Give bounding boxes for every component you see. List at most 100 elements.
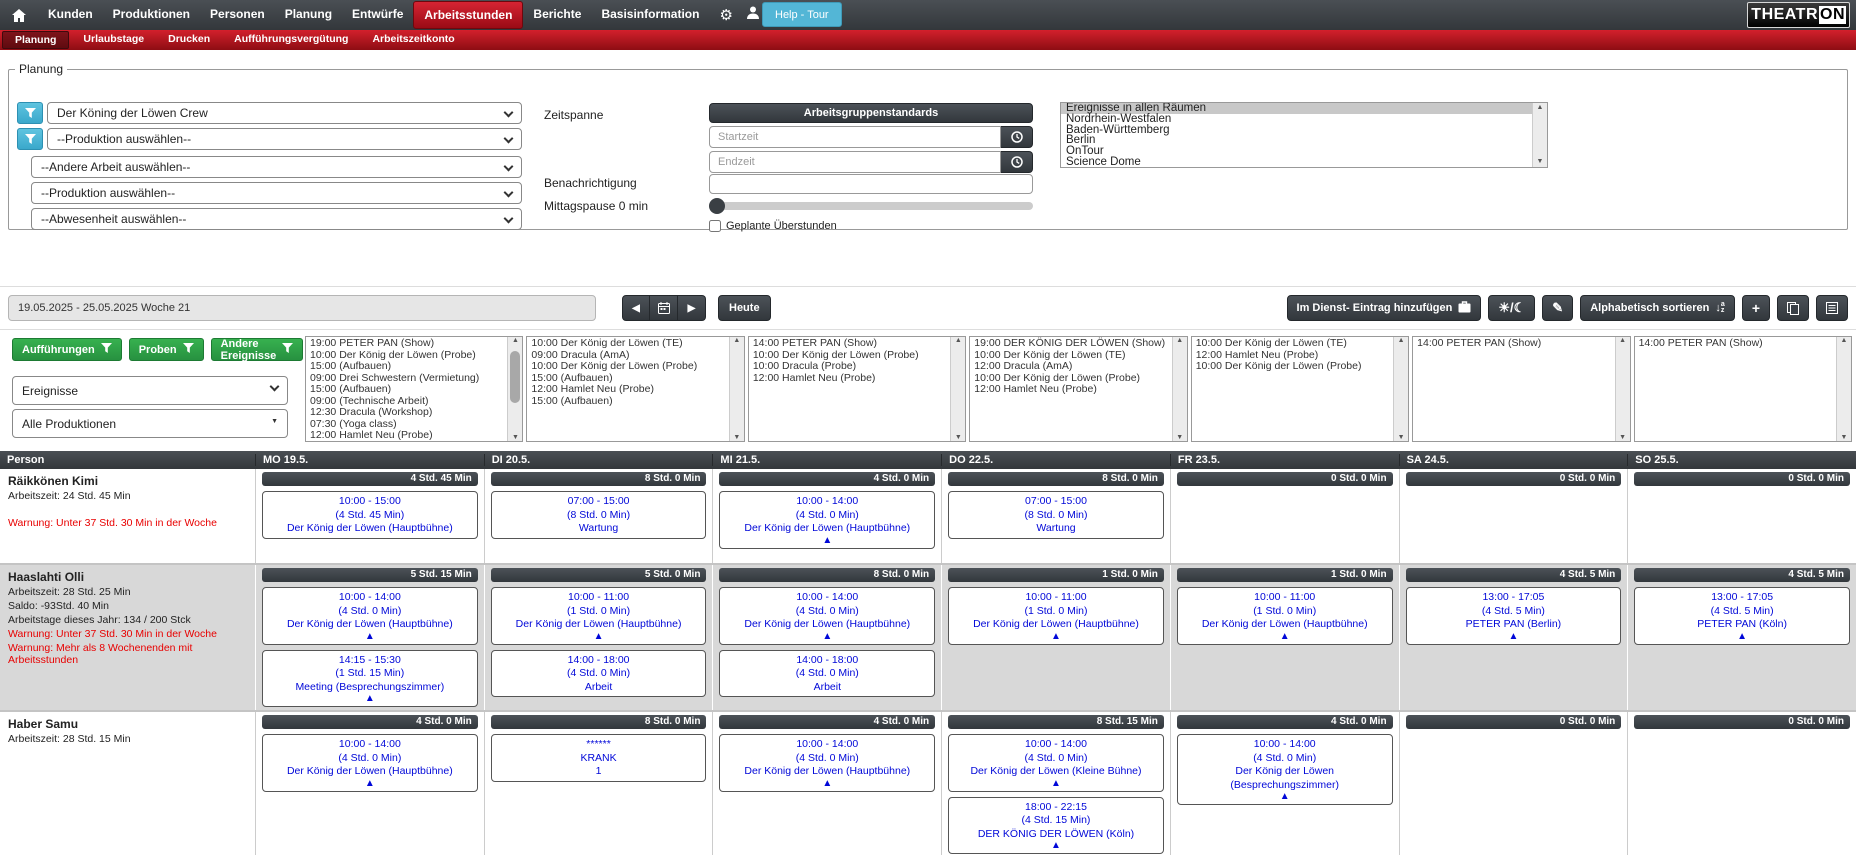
schedule-entry[interactable]: 10:00 - 11:00(1 Std. 0 Min)Der König der… [948,587,1164,645]
filter-select-5[interactable]: --Abwesenheit auswählen-- [31,208,522,230]
room-option[interactable]: Nordrhein-Westfalen [1061,114,1532,125]
alphabetisch-sortieren-button[interactable]: Alphabetisch sortieren ↓az [1580,295,1735,321]
schedule-entry[interactable]: 07:00 - 15:00(8 Std. 0 Min)Wartung [491,491,707,539]
geplante-ueberstunden-checkbox[interactable] [709,220,721,232]
week-range-input[interactable]: 19.05.2025 - 25.05.2025 Woche 21 [8,295,596,321]
day-cell[interactable]: 8 Std. 15 Min10:00 - 14:00(4 Std. 0 Min)… [941,712,1170,855]
home-icon[interactable] [0,0,38,30]
topnav-item-planung[interactable]: Planung [275,0,342,30]
scrollbar[interactable]: ▲▼ [1615,337,1630,441]
gear-icon[interactable]: ⚙ [719,6,732,24]
next-week-button[interactable]: ▶ [678,295,706,321]
day-cell[interactable]: 1 Std. 0 Min10:00 - 11:00(1 Std. 0 Min)D… [941,565,1170,710]
schedule-entry[interactable]: 10:00 - 14:00(4 Std. 0 Min)Der König der… [1177,734,1393,805]
topnav-item-basisinformation[interactable]: Basisinformation [591,0,709,30]
schedule-entry[interactable]: 10:00 - 11:00(1 Std. 0 Min)Der König der… [1177,587,1393,645]
day-cell[interactable]: 4 Std. 45 Min10:00 - 15:00(4 Std. 45 Min… [255,469,484,563]
scroll-up-arrow[interactable]: ▲ [1537,103,1544,113]
topnav-item-kunden[interactable]: Kunden [38,0,103,30]
filter-button-proben[interactable]: Proben [129,338,204,361]
scroll-down-arrow[interactable]: ▼ [1176,434,1183,441]
day-events-box[interactable]: 10:00 Der König der Löwen (TE)12:00 Haml… [1191,336,1409,442]
calendar-button[interactable] [650,295,678,321]
scrollbar[interactable]: ▲▼ [1393,337,1408,441]
scroll-thumb[interactable] [510,351,520,403]
room-option[interactable]: Science Dome [1061,157,1532,168]
schedule-entry[interactable]: 10:00 - 14:00(4 Std. 0 Min)Der König der… [262,587,478,645]
help-tour-button[interactable]: Help - Tour [762,2,842,27]
scrollbar[interactable]: ▲▼ [507,337,522,441]
room-option[interactable]: Berlin [1061,135,1532,146]
previous-week-button[interactable]: ◀ [622,295,650,321]
filter-button-andere-ereignisse[interactable]: Andere Ereignisse [211,338,304,361]
scroll-down-arrow[interactable]: ▼ [1398,434,1405,441]
filter-icon-button[interactable] [17,128,43,150]
filter-select-4[interactable]: --Produktion auswählen-- [31,182,522,204]
day-events-box[interactable]: 14:00 PETER PAN (Show)▲▼ [1412,336,1630,442]
schedule-entry[interactable]: 10:00 - 14:00(4 Std. 0 Min)Der König der… [719,587,935,645]
startzeit-input[interactable]: Startzeit [709,126,1001,148]
day-cell[interactable]: 4 Std. 0 Min10:00 - 14:00(4 Std. 0 Min)D… [255,712,484,855]
day-cell[interactable]: 5 Std. 0 Min10:00 - 11:00(1 Std. 0 Min)D… [484,565,713,710]
startzeit-clock-button[interactable] [1001,126,1033,148]
topnav-item-personen[interactable]: Personen [200,0,275,30]
schedule-entry[interactable]: 10:00 - 14:00(4 Std. 0 Min)Der König der… [719,491,935,549]
day-cell[interactable]: 4 Std. 0 Min10:00 - 14:00(4 Std. 0 Min)D… [712,469,941,563]
day-events-box[interactable]: 10:00 Der König der Löwen (TE)09:00 Drac… [526,336,744,442]
day-cell[interactable]: 5 Std. 15 Min10:00 - 14:00(4 Std. 0 Min)… [255,565,484,710]
scroll-up-arrow[interactable]: ▲ [955,337,962,344]
alle-produktionen-select[interactable]: Alle Produktionen▼ [12,409,288,438]
day-cell[interactable]: 0 Std. 0 Min [1399,712,1628,855]
day-cell[interactable]: 8 Std. 0 Min10:00 - 14:00(4 Std. 0 Min)D… [712,565,941,710]
day-cell[interactable]: 0 Std. 0 Min [1170,469,1399,563]
filter-select-3[interactable]: --Andere Arbeit auswählen-- [31,156,522,178]
day-cell[interactable]: 4 Std. 5 Min13:00 - 17:05(4 Std. 5 Min)P… [1399,565,1628,710]
day-events-box[interactable]: 19:00 DER KÖNIG DER LÖWEN (Show)10:00 De… [969,336,1187,442]
endzeit-input[interactable]: Endzeit [709,151,1001,173]
schedule-entry[interactable]: 10:00 - 11:00(1 Std. 0 Min)Der König der… [491,587,707,645]
scroll-down-arrow[interactable]: ▼ [955,434,962,441]
scroll-up-arrow[interactable]: ▲ [733,337,740,344]
endzeit-clock-button[interactable] [1001,151,1033,173]
schedule-entry[interactable]: 07:00 - 15:00(8 Std. 0 Min)Wartung [948,491,1164,539]
scrollbar[interactable]: ▲▼ [1172,337,1187,441]
filter-select-2[interactable]: --Produktion auswählen-- [47,128,522,150]
pencil-button[interactable]: ✎ [1542,295,1573,321]
user-icon[interactable] [747,6,759,24]
copy-button[interactable] [1777,295,1809,321]
day-cell[interactable]: 0 Std. 0 Min [1399,469,1628,563]
filter-icon-button[interactable] [17,102,43,124]
schedule-entry[interactable]: 10:00 - 14:00(4 Std. 0 Min)Der König der… [719,734,935,792]
topnav-item-arbeitsstunden[interactable]: Arbeitsstunden [413,1,523,29]
topnav-item-berichte[interactable]: Berichte [523,0,591,30]
day-night-toggle-button[interactable]: ☀/☾ [1488,295,1535,321]
subnav-item-urlaubstage[interactable]: Urlaubstage [71,30,156,50]
schedule-entry[interactable]: 10:00 - 14:00(4 Std. 0 Min)Der König der… [262,734,478,792]
list-view-button[interactable] [1816,295,1848,321]
day-cell[interactable]: 4 Std. 0 Min10:00 - 14:00(4 Std. 0 Min)D… [1170,712,1399,855]
filter-select-1[interactable]: Der Köning der Löwen Crew [47,102,522,124]
schedule-entry[interactable]: 14:00 - 18:00(4 Std. 0 Min)Arbeit [719,650,935,698]
day-events-box[interactable]: 14:00 PETER PAN (Show)▲▼ [1634,336,1852,442]
day-cell[interactable]: 8 Std. 0 Min******KRANK1 [484,712,713,855]
subnav-item-auffuhrungsvergutung[interactable]: Aufführungsvergütung [222,30,360,50]
topnav-item-entwurfe[interactable]: Entwürfe [342,0,413,30]
subnav-item-drucken[interactable]: Drucken [156,30,222,50]
ereignisse-select[interactable]: Ereignisse [12,376,288,405]
heute-button[interactable]: Heute [718,295,771,321]
scroll-up-arrow[interactable]: ▲ [1619,337,1626,344]
day-cell[interactable]: 8 Std. 0 Min07:00 - 15:00(8 Std. 0 Min)W… [484,469,713,563]
day-cell[interactable]: 4 Std. 5 Min13:00 - 17:05(4 Std. 5 Min)P… [1627,565,1856,710]
rooms-listbox[interactable]: Ereignisse in allen RäumenNordrhein-West… [1060,102,1548,168]
schedule-entry[interactable]: 13:00 - 17:05(4 Std. 5 Min)PETER PAN (Be… [1406,587,1622,645]
subnav-item-planung[interactable]: Planung [2,31,69,49]
scroll-down-arrow[interactable]: ▼ [733,434,740,441]
schedule-entry[interactable]: 14:15 - 15:30(1 Std. 15 Min)Meeting (Bes… [262,650,478,708]
schedule-entry[interactable]: 18:00 - 22:15(4 Std. 15 Min)DER KÖNIG DE… [948,797,1164,855]
day-cell[interactable]: 0 Std. 0 Min [1627,469,1856,563]
scroll-down-arrow[interactable]: ▼ [512,434,519,441]
rooms-scrollbar[interactable]: ▲▼ [1532,103,1547,167]
day-cell[interactable]: 1 Std. 0 Min10:00 - 11:00(1 Std. 0 Min)D… [1170,565,1399,710]
room-option[interactable]: Baden-Württemberg [1061,125,1532,136]
schedule-entry[interactable]: 10:00 - 14:00(4 Std. 0 Min)Der König der… [948,734,1164,792]
